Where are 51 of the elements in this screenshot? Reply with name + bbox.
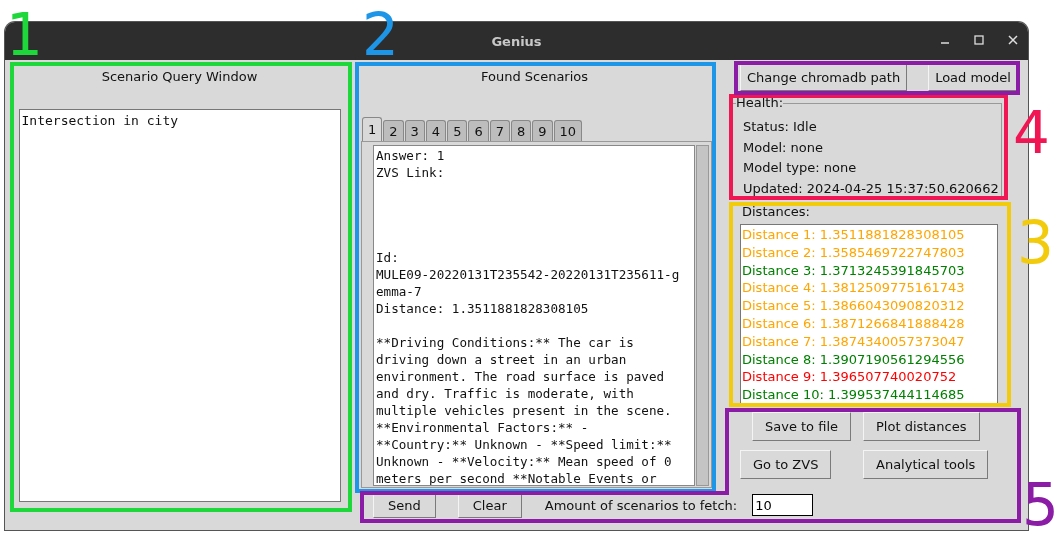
tab[interactable]: 6 xyxy=(468,120,489,141)
health-line: Model type: none xyxy=(743,159,858,177)
health-line: Status: Idle xyxy=(743,118,818,136)
panel-title: Scenario Query Window xyxy=(101,69,258,85)
tab[interactable]: 1 xyxy=(362,117,383,141)
distance-item[interactable]: Distance 9: 1.396507740020752 xyxy=(741,368,997,387)
annotation-number: 2 xyxy=(362,1,399,69)
list-title: Distances: xyxy=(742,204,811,220)
maximize-icon[interactable] xyxy=(972,33,986,47)
tab[interactable]: 9 xyxy=(532,120,553,141)
tab[interactable]: 4 xyxy=(425,120,447,141)
tab[interactable]: 2 xyxy=(383,120,404,141)
action-button[interactable]: Go to ZVS xyxy=(740,450,832,479)
distance-item[interactable]: Distance 10: 1.399537444114685 xyxy=(741,386,997,404)
action-button[interactable]: Analytical tools xyxy=(863,450,989,479)
health-line: Model: none xyxy=(743,138,824,157)
close-icon[interactable] xyxy=(1006,33,1020,47)
tab[interactable]: 7 xyxy=(489,120,510,141)
answer-line: driving down a street in an urban xyxy=(376,351,628,368)
tab[interactable]: 8 xyxy=(510,120,532,141)
window-title: Genius xyxy=(491,33,542,49)
answer-line: Distance: 1.3511881828308105 xyxy=(376,300,590,317)
tab[interactable]: 10 xyxy=(553,120,583,141)
tab[interactable]: 5 xyxy=(447,120,468,141)
scrollbar[interactable] xyxy=(696,145,709,486)
answer-line: **Country:** Unknown - **Speed limit:** xyxy=(376,436,673,453)
answer-line: and dry. Traffic is moderate, with xyxy=(376,385,635,402)
answer-line: **Driving Conditions:** The car is xyxy=(376,334,635,351)
answer-line: **Environmental Factors:** - xyxy=(376,419,590,436)
answer-line: emma-7 xyxy=(376,283,423,300)
answer-line: meters per second **Notable Events or xyxy=(376,470,658,485)
answer-line: Unknown - **Velocity:** Mean speed of 0 xyxy=(376,453,673,470)
query-field[interactable]: Intersection in city xyxy=(18,109,341,502)
annotation-number: 1 xyxy=(6,1,43,69)
answer-line: ZVS Link: xyxy=(376,164,446,181)
distance-item[interactable]: Distance 8: 1.3907190561294556 xyxy=(741,350,997,369)
answer-line: environment. The road surface is paved xyxy=(376,368,666,385)
answer-line: Id: xyxy=(376,249,400,266)
distance-item[interactable]: Distance 3: 1.3713245391845703 xyxy=(741,261,997,280)
tab[interactable]: 3 xyxy=(404,120,425,141)
toolbar-button[interactable]: Change chromadb path xyxy=(740,64,908,91)
toolbar-button[interactable]: Load model xyxy=(928,64,1018,91)
action-button[interactable]: Save to file xyxy=(752,412,851,441)
answer-line: Answer: 1 xyxy=(376,147,446,164)
count-field[interactable]: 10 xyxy=(752,494,814,516)
action-button[interactable]: Plot distances xyxy=(863,412,980,441)
health-line: Updated: 2024-04-25 15:37:50.620662 xyxy=(743,179,1000,198)
answer-line: multiple vehicles present in the scene. xyxy=(376,402,673,419)
answer-line: MULE09-20220131T235542-20220131T235611-g xyxy=(376,266,681,283)
field-label: Amount of scenarios to fetch: xyxy=(544,497,738,513)
panel-title: Found Scenarios xyxy=(480,69,589,85)
